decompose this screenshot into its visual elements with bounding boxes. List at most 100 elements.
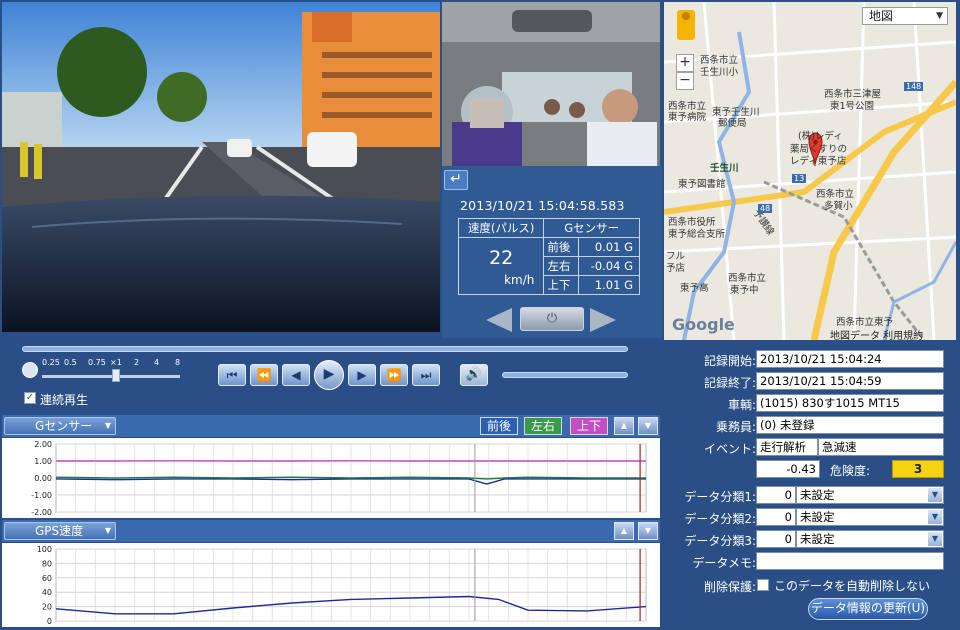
return-arrow-icon[interactable]: ↵ [444,170,468,190]
speaker-icon[interactable]: 🔊 [460,364,488,386]
map-label: 西条市立東予 [836,317,894,328]
cabin-camera-image [442,2,660,166]
continuous-play-checkbox[interactable]: ✓ [24,392,36,404]
chevron-down-icon: ▼ [928,532,942,546]
next-event-button[interactable] [590,308,616,332]
y-tick-label: 0 [47,617,52,626]
y-tick-label: 60 [42,574,52,583]
map-label: 予店 [666,263,686,274]
record-end-label: 記録終了: [703,376,756,390]
playback-speed-slider[interactable] [42,369,180,382]
event-type-field[interactable]: 走行解析 [756,438,818,456]
seek-bar[interactable] [22,346,628,352]
volume-slider[interactable] [502,372,628,378]
speed-label: 4 [154,358,160,367]
power-icon[interactable]: ⏻ [520,307,584,331]
vehicle-field[interactable]: (1015) 830す1015 MT15 [756,394,944,412]
y-tick-label: 0.00 [34,474,52,483]
category3-value: 未設定 [800,532,835,546]
category2-label: データ分類2: [684,512,756,526]
map-footer-links[interactable]: 地図データ 利用規約 [830,327,923,340]
speed-cell: 22 km/h [457,237,545,295]
record-info-form: 記録開始: 2013/10/21 15:04:24 記録終了: 2013/10/… [664,342,958,630]
prev-event-button[interactable] [486,308,512,332]
chart-down-icon[interactable]: ▼ [638,522,658,540]
step-forward-button[interactable]: ▶ [348,364,376,386]
category3-select[interactable]: 未設定 ▼ [796,530,944,548]
chevron-down-icon: ▼ [928,510,942,524]
delete-protect-text: このデータを自動削除しない [774,579,931,593]
speed-label: 0.5 [64,358,77,367]
front-camera-view [2,2,440,332]
chart-up-icon[interactable]: ▲ [614,522,634,540]
speed-label: ×1 [110,358,122,367]
playback-speed-icon [22,362,38,378]
map-view[interactable]: 地図 ▼ + − 西条市立 壬生川小 西条市立 東予病院 東予壬生川 郵便局 西条… [664,2,956,340]
map-labels: 西条市立 壬生川小 西条市立 東予病院 東予壬生川 郵便局 西条市三津屋 東1号… [664,2,956,340]
y-tick-label: 1.00 [34,457,52,466]
category1-number[interactable]: 0 [756,486,796,504]
map-label: 郵便局 [718,118,747,129]
map-label: 壬生川小 [700,67,739,78]
playback-speed-knob[interactable] [112,369,120,382]
y-tick-label: 40 [42,588,52,597]
category1-select[interactable]: 未設定 ▼ [796,486,944,504]
map-label: 多賀小 [824,201,853,212]
front-camera-image [2,2,440,332]
category3-number[interactable]: 0 [756,530,796,548]
map-label: 壬生川 [710,163,739,174]
memo-field[interactable] [756,552,944,570]
toggle-left-right[interactable]: 左右 [524,417,562,435]
category2-select[interactable]: 未設定 ▼ [796,508,944,526]
category1-value: 未設定 [800,488,835,502]
map-label: 東予総合支所 [668,229,726,240]
speed-unit: km/h [504,273,535,287]
toggle-up-down[interactable]: 上下 [570,417,608,435]
map-label: 東予病院 [668,112,707,123]
google-logo: Google [672,315,735,334]
gsensor-label-up-down: 上下 [543,275,580,295]
chart-down-icon[interactable]: ▼ [638,417,658,435]
route-shield-148: 148 [904,82,924,91]
gsensor-select-value: Gセンサー [35,419,93,433]
skip-to-start-button[interactable]: ⏮ [218,364,246,386]
gsensor-label-left-right: 左右 [543,256,580,276]
map-label: レディ東予店 [790,156,847,167]
map-label: (株)レディ [798,131,843,142]
y-tick-label: -1.00 [31,491,52,500]
chevron-down-icon: ▼ [928,488,942,502]
gsensor-value-left-right: -0.04 G [578,256,640,276]
gps-chart-select[interactable]: GPS速度 ▼ [4,522,116,540]
skip-to-end-button[interactable]: ⏭ [412,364,440,386]
update-data-button[interactable]: データ情報の更新(U) [808,598,928,620]
play-button[interactable]: ▶ [314,360,344,390]
delete-protect-label: 削除保護: [703,580,756,594]
speed-label: 0.75 [88,358,106,367]
y-tick-label: 80 [42,559,52,568]
rewind-button[interactable]: ⏪ [250,364,278,386]
record-end-field[interactable]: 2013/10/21 15:04:59 [756,372,944,390]
speed-label: 0.25 [42,358,60,367]
vehicle-label: 車輌: [727,398,756,412]
record-start-label: 記録開始: [703,354,756,368]
risk-label: 危険度: [830,464,871,478]
gsensor-chart-select[interactable]: Gセンサー ▼ [4,417,116,435]
fast-forward-button[interactable]: ⏩ [380,364,408,386]
chart-up-icon[interactable]: ▲ [614,417,634,435]
category2-value: 未設定 [800,510,835,524]
event-label: イベント: [703,442,756,456]
map-label: 東1号公園 [830,101,875,112]
driver-field[interactable]: (0) 未登録 [756,416,944,434]
map-label: 東予図書館 [678,179,726,190]
event-detail-field[interactable]: 急減速 [818,438,944,456]
event-value-field[interactable]: -0.43 [756,460,820,478]
step-back-button[interactable]: ◀ [282,364,310,386]
category3-label: データ分類3: [684,534,756,548]
memo-label: データメモ: [692,556,756,570]
risk-level-badge: 3 [892,460,944,478]
delete-protect-checkbox[interactable] [757,579,769,591]
toggle-front-back[interactable]: 前後 [480,417,518,435]
y-tick-label: -2.00 [31,508,52,517]
record-start-field[interactable]: 2013/10/21 15:04:24 [756,350,944,368]
category2-number[interactable]: 0 [756,508,796,526]
